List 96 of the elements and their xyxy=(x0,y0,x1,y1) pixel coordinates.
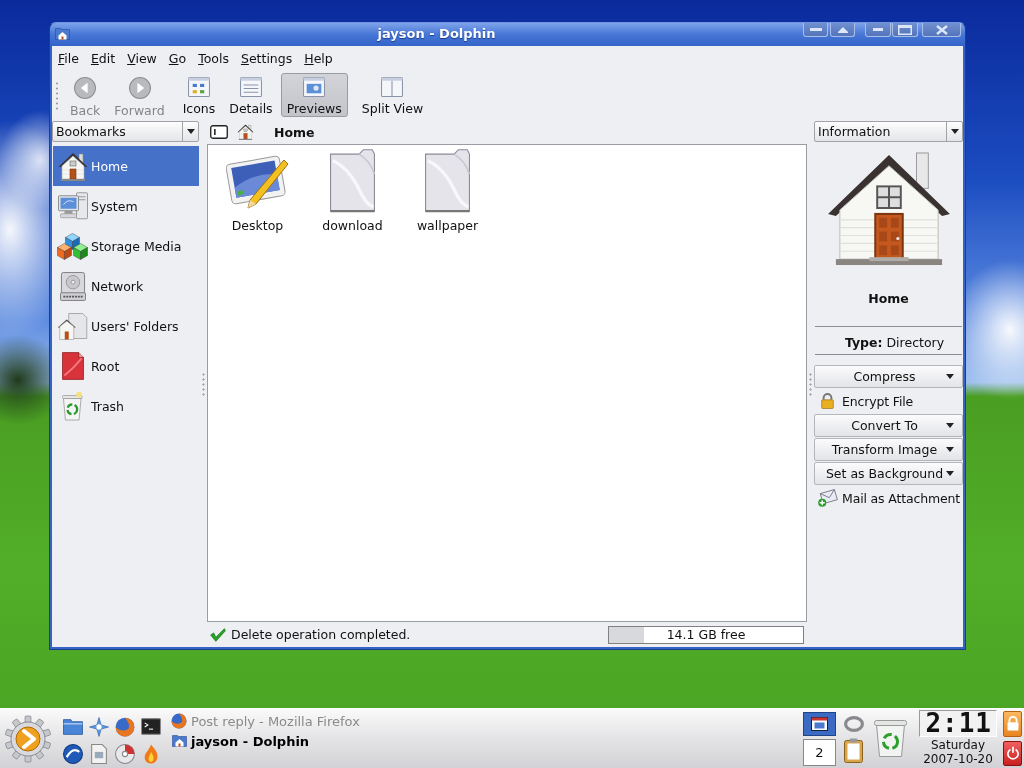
close-icon xyxy=(935,24,948,35)
places-item[interactable]: Users' Folders xyxy=(53,306,199,346)
house-icon xyxy=(57,151,88,181)
bar-icon xyxy=(809,28,822,31)
terminal-icon[interactable] xyxy=(141,718,161,735)
folder-icon[interactable] xyxy=(55,28,70,40)
triangle-icon xyxy=(837,26,848,33)
folder-icon xyxy=(61,352,84,380)
caret-icon xyxy=(186,129,195,134)
text-field-icon[interactable] xyxy=(210,125,228,139)
hard-drive-icon xyxy=(59,271,86,301)
menu-item[interactable]: Settings xyxy=(235,48,299,68)
item-title: Home xyxy=(867,291,910,306)
action-link[interactable]: Encrypt File xyxy=(814,389,963,413)
menu-item[interactable]: View xyxy=(122,48,163,68)
window-icon xyxy=(811,717,828,731)
menu-item[interactable]: File xyxy=(53,48,85,68)
check-icon xyxy=(210,627,226,642)
caret-icon xyxy=(946,471,954,476)
menu-item[interactable]: Tools xyxy=(193,48,235,68)
globe-icon[interactable] xyxy=(115,716,135,737)
cubes-icon xyxy=(57,232,88,260)
splitter-handle[interactable] xyxy=(201,371,205,397)
house-icon[interactable] xyxy=(237,124,254,140)
window-title: jayson - Dolphin xyxy=(376,25,497,43)
close-button[interactable] xyxy=(922,23,961,37)
folder-icon[interactable] xyxy=(330,149,375,213)
clock-time: 2:11 xyxy=(919,710,997,737)
action-menu-button[interactable]: Convert To xyxy=(814,414,963,437)
computer-icon xyxy=(57,192,88,220)
list-icon xyxy=(239,77,262,97)
caret-icon xyxy=(946,423,954,428)
globe-icon xyxy=(171,713,187,729)
gear-icon[interactable] xyxy=(4,714,52,763)
places-selector-dropdown[interactable]: Bookmarks xyxy=(52,121,199,142)
caret-icon xyxy=(946,374,954,379)
pager-desktop[interactable]: 2 xyxy=(803,739,836,766)
action-menu-button[interactable]: Compress xyxy=(814,365,963,388)
file-name[interactable]: Desktop xyxy=(231,218,284,233)
logout-button[interactable] xyxy=(1003,740,1022,766)
splitter-handle[interactable] xyxy=(809,371,812,397)
image-icon xyxy=(303,77,326,97)
menu-item[interactable]: Go xyxy=(163,48,193,68)
folder-icon[interactable] xyxy=(63,718,83,735)
places-item[interactable]: Root xyxy=(53,346,199,386)
trash-can-icon[interactable] xyxy=(873,720,907,757)
action-menu-button[interactable]: Set as Background xyxy=(814,462,963,485)
clipboard-icon[interactable] xyxy=(844,738,863,763)
folder-icon xyxy=(171,735,187,747)
maximize-button[interactable] xyxy=(892,23,918,37)
menu-item[interactable]: Help xyxy=(299,48,339,68)
envelope-icon xyxy=(817,489,838,507)
menu-item[interactable]: Edit xyxy=(85,48,122,68)
item-type: Type: Directory xyxy=(843,335,946,350)
power-icon xyxy=(1006,746,1019,761)
trash-can-icon xyxy=(62,391,83,421)
file-name[interactable]: download xyxy=(322,218,383,233)
action-menu-button[interactable]: Transform Image xyxy=(814,438,963,461)
details-view-button[interactable]: Details xyxy=(223,73,279,117)
file-name[interactable]: wallpaper xyxy=(416,218,479,233)
info-selector-dropdown[interactable]: Information xyxy=(814,121,963,142)
icons-view-button[interactable]: Icons xyxy=(176,73,222,117)
lock-screen-button[interactable] xyxy=(1003,711,1022,737)
caret-icon xyxy=(946,447,954,452)
places-item[interactable]: Home xyxy=(53,146,199,186)
task-button[interactable]: jayson - Dolphin xyxy=(170,731,314,751)
ring-icon[interactable] xyxy=(843,716,864,732)
keep-above-button[interactable] xyxy=(803,23,828,37)
shade-button[interactable] xyxy=(830,23,855,37)
places-item[interactable]: Trash xyxy=(53,386,199,426)
clock-date: 2007-10-20 xyxy=(923,752,993,766)
action-link[interactable]: Mail as Attachment xyxy=(814,486,963,510)
disc-icon[interactable] xyxy=(115,743,135,764)
split-view-button[interactable]: Split View xyxy=(355,73,430,117)
two-panes-icon xyxy=(381,77,404,97)
star-icon[interactable] xyxy=(89,716,109,737)
swirl-icon[interactable] xyxy=(63,743,83,764)
caret-icon xyxy=(950,129,959,134)
minimize-icon xyxy=(873,28,883,31)
folder-icon[interactable] xyxy=(425,149,470,213)
previews-view-button[interactable]: Previews xyxy=(280,73,348,117)
pager-desktop[interactable] xyxy=(803,712,836,736)
places-item[interactable]: Storage Media xyxy=(53,226,199,266)
status-message: Delete operation completed. xyxy=(231,627,412,642)
free-space-reading: 14.1 GB free xyxy=(666,627,746,642)
padlock-icon xyxy=(1006,716,1019,732)
places-item[interactable]: Network xyxy=(53,266,199,306)
minimize-button[interactable] xyxy=(865,23,891,37)
house-folder-icon xyxy=(57,312,88,340)
padlock-icon xyxy=(821,393,834,409)
clock-day: Saturday xyxy=(930,738,986,752)
breadcrumb-item[interactable]: Home xyxy=(274,124,315,140)
document-icon[interactable] xyxy=(91,743,107,764)
maximize-icon xyxy=(898,24,912,35)
icon-grid-icon xyxy=(187,77,210,97)
places-item[interactable]: System xyxy=(53,186,199,226)
